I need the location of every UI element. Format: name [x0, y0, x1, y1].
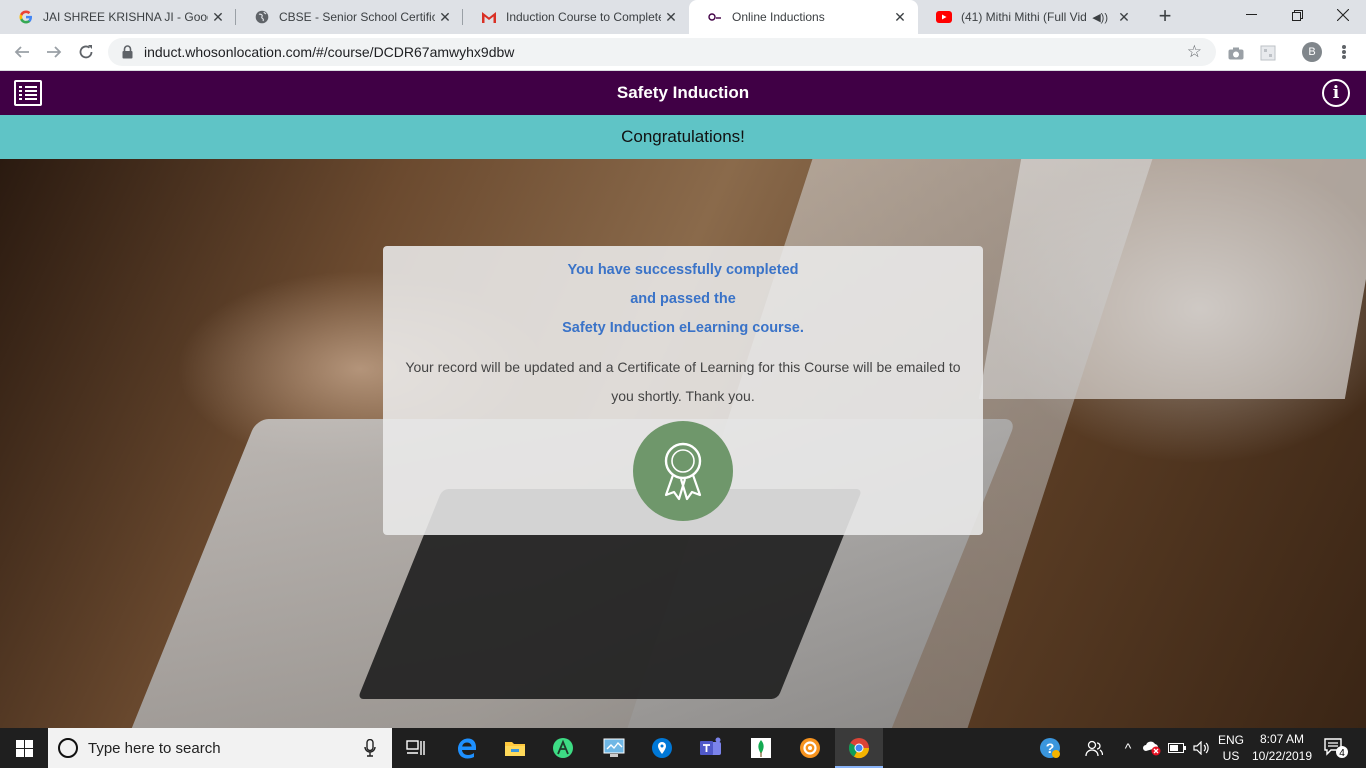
window-close-icon[interactable] — [1320, 0, 1366, 30]
tab-title: Induction Course to Complete — [506, 10, 661, 24]
cortana-icon — [58, 738, 78, 758]
tab-title: Online Inductions — [732, 10, 825, 24]
close-tab-icon[interactable]: ✕ — [890, 7, 910, 27]
battery-icon[interactable] — [1166, 728, 1188, 768]
completion-heading-line1: You have successfully completed — [567, 262, 799, 278]
completion-card: You have successfully completed and pass… — [383, 246, 983, 535]
profile-avatar[interactable]: B — [1302, 42, 1322, 62]
app-header: Safety Induction i — [0, 71, 1366, 115]
close-tab-icon[interactable]: ✕ — [661, 7, 681, 27]
browser-menu-icon[interactable] — [1336, 41, 1352, 63]
clock-date: 10/22/2019 — [1251, 749, 1313, 763]
search-placeholder: Type here to search — [88, 739, 221, 757]
gmail-icon — [481, 9, 497, 25]
completion-message: Your record will be updated and a Certif… — [405, 359, 961, 404]
laptop-background-image: You have successfully completed and pass… — [0, 159, 1366, 728]
congratulations-banner: Congratulations! — [0, 115, 1366, 159]
browser-tab-strip: JAI SHREE KRISHNA JI - Google ✕ CBSE - S… — [0, 0, 1366, 34]
new-tab-button[interactable]: + — [1153, 5, 1177, 29]
android-studio-icon[interactable] — [539, 728, 587, 768]
page-title: Safety Induction — [616, 83, 750, 102]
whosonlocation-icon — [707, 9, 723, 25]
browser-toolbar: induct.whosonlocation.com/#/course/DCDR6… — [0, 34, 1366, 71]
browser-tab[interactable]: JAI SHREE KRISHNA JI - Google ✕ — [0, 0, 236, 34]
camera-icon[interactable] — [1226, 43, 1246, 63]
language-code: ENG — [1217, 733, 1244, 747]
minimize-icon[interactable] — [1228, 0, 1274, 30]
info-icon[interactable]: i — [1322, 79, 1350, 107]
control-panel-icon[interactable] — [590, 728, 638, 768]
completion-heading-line3: Safety Induction eLearning course. — [562, 320, 804, 336]
browser-tab[interactable]: (41) Mithi Mithi (Full Video ◀)) ✕ — [918, 0, 1142, 34]
tab-title: CBSE - Senior School Certificate — [279, 10, 435, 24]
back-arrow-icon[interactable] — [8, 38, 36, 66]
browser-tab[interactable]: CBSE - Senior School Certificate ✕ — [236, 0, 463, 34]
award-ribbon-icon — [633, 421, 733, 521]
keyboard-layout: US — [1222, 749, 1240, 763]
forward-arrow-icon[interactable] — [40, 38, 68, 66]
chrome-icon[interactable] — [835, 728, 883, 768]
restore-icon[interactable] — [1274, 0, 1320, 30]
reload-icon[interactable] — [72, 38, 100, 66]
mongodb-compass-icon[interactable] — [737, 728, 785, 768]
edge-browser-icon[interactable] — [443, 728, 491, 768]
notification-count: 4 — [1339, 748, 1345, 759]
chevron-up-icon[interactable]: ^ — [1118, 728, 1138, 768]
speaker-icon[interactable]: ◀)) — [1092, 11, 1108, 24]
tab-title: (41) Mithi Mithi (Full Video — [961, 10, 1087, 24]
web-page: Safety Induction i Congratulations! You … — [0, 71, 1366, 728]
file-explorer-icon[interactable] — [491, 728, 539, 768]
close-tab-icon[interactable]: ✕ — [435, 7, 455, 27]
browser-tab-active[interactable]: Online Inductions ✕ — [689, 0, 918, 34]
microphone-icon[interactable] — [364, 738, 378, 757]
tab-title: JAI SHREE KRISHNA JI - Google — [43, 10, 208, 24]
task-view-icon[interactable] — [392, 728, 440, 768]
taskbar-search-box[interactable]: Type here to search — [48, 728, 392, 768]
lock-icon[interactable] — [122, 45, 134, 59]
extension-icon[interactable] — [1258, 43, 1278, 63]
input-language-indicator[interactable]: ENG US — [1214, 728, 1248, 768]
people-icon[interactable] — [1080, 728, 1108, 768]
maps-pin-icon[interactable] — [638, 728, 686, 768]
completion-heading-line2: and passed the — [630, 291, 736, 307]
address-bar[interactable]: induct.whosonlocation.com/#/course/DCDR6… — [108, 38, 1216, 66]
windows-taskbar: Type here to search ? ^ ENG US 8:07 AM 1… — [0, 728, 1366, 768]
globe-icon — [254, 9, 270, 25]
google-g-icon — [18, 9, 34, 25]
onedrive-error-icon[interactable] — [1140, 728, 1164, 768]
action-center-icon[interactable]: 4 — [1318, 728, 1354, 768]
browser-tab[interactable]: Induction Course to Complete ✕ — [463, 0, 689, 34]
system-clock[interactable]: 8:07 AM 10/22/2019 — [1248, 728, 1316, 768]
bookmark-star-icon[interactable]: ☆ — [1187, 43, 1202, 61]
help-icon[interactable]: ? — [1036, 728, 1064, 768]
volume-icon[interactable] — [1190, 728, 1212, 768]
settings-gear-app-icon[interactable] — [786, 728, 834, 768]
close-tab-icon[interactable]: ✕ — [208, 7, 228, 27]
youtube-icon — [936, 9, 952, 25]
teams-icon[interactable] — [687, 728, 735, 768]
close-tab-icon[interactable]: ✕ — [1114, 7, 1134, 27]
url-text[interactable]: induct.whosonlocation.com/#/course/DCDR6… — [144, 44, 514, 60]
clock-time: 8:07 AM — [1259, 732, 1305, 746]
windows-start-icon[interactable] — [0, 728, 48, 768]
